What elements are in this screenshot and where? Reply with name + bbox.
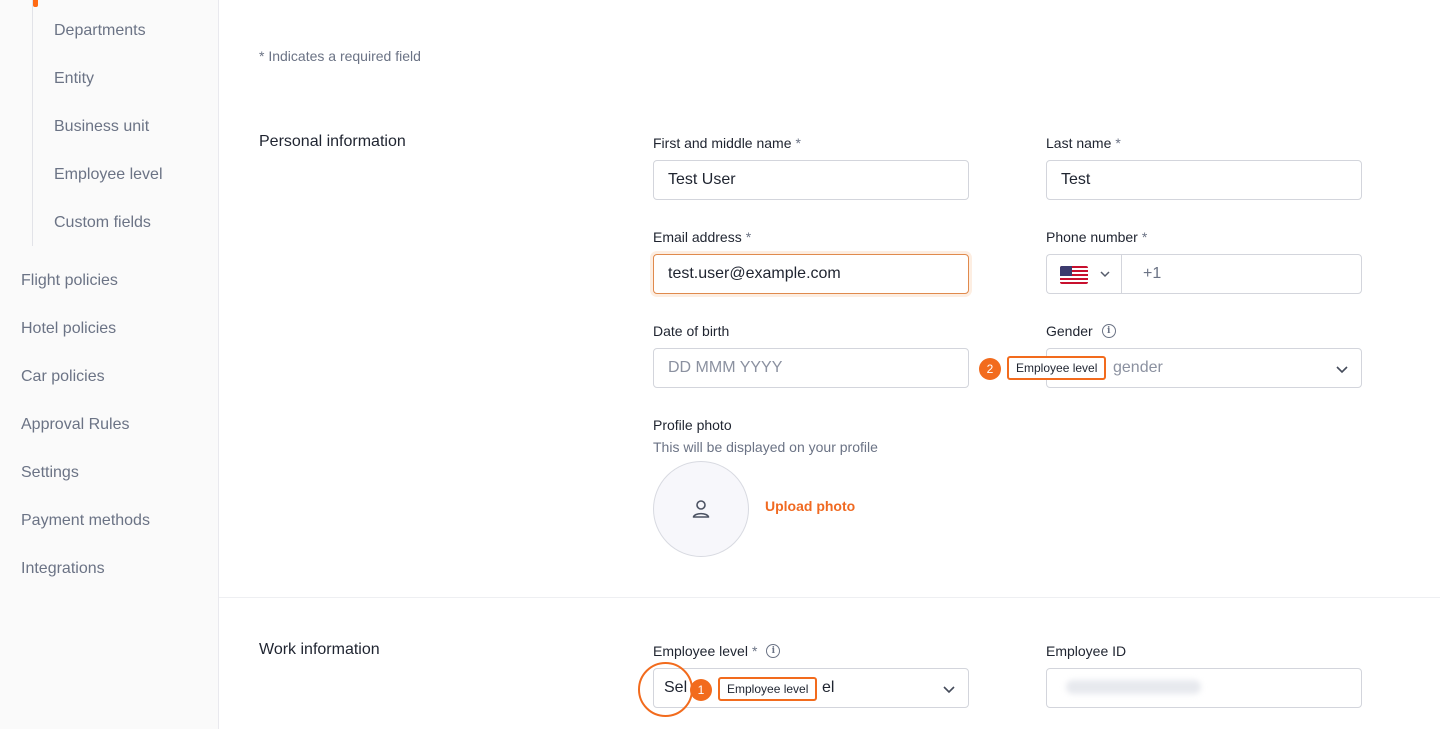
annotation-tag-2: Employee level <box>1007 356 1107 380</box>
first-name-value: Test User <box>668 171 736 188</box>
sidebar-subitem-departments[interactable]: Departments <box>54 22 146 40</box>
profile-photo-label-text: Profile photo <box>653 417 732 433</box>
required-asterisk: * <box>751 643 758 659</box>
sidebar-item-hotel-policies[interactable]: Hotel policies <box>21 320 116 338</box>
sidebar-item-settings[interactable]: Settings <box>21 464 79 482</box>
employee-id-label-text: Employee ID <box>1046 643 1127 659</box>
sidebar-subitem-entity[interactable]: Entity <box>54 70 94 88</box>
employee-id-label: Employee ID <box>1046 643 1126 659</box>
dob-placeholder: DD MMM YYYY <box>668 359 783 376</box>
gender-label: Gender i <box>1046 323 1116 339</box>
gender-placeholder: gender <box>1113 359 1163 376</box>
gender-label-text: Gender <box>1046 323 1093 339</box>
phone-input[interactable]: +1 <box>1121 254 1362 294</box>
profile-photo-label: Profile photo <box>653 417 732 433</box>
active-indicator <box>33 0 38 7</box>
required-asterisk: * <box>795 135 801 151</box>
click-target-ring <box>638 662 693 717</box>
redacted-value <box>1066 680 1201 694</box>
sidebar-subitem-employee-level[interactable]: Employee level <box>54 166 163 184</box>
annotation-tag-1: Employee level <box>718 677 818 701</box>
upload-photo-link[interactable]: Upload photo <box>765 498 855 514</box>
email-label-text: Email address <box>653 229 742 245</box>
email-label: Email address * <box>653 229 751 245</box>
profile-photo-description: This will be displayed on your profile <box>653 439 878 455</box>
sidebar-subitem-business-unit[interactable]: Business unit <box>54 118 149 136</box>
annotation-badge-2: 2 <box>979 358 1001 380</box>
last-name-input[interactable]: Test <box>1046 160 1362 200</box>
phone-code: +1 <box>1143 265 1162 282</box>
employee-level-label-text: Employee level <box>653 643 748 659</box>
phone-label-text: Phone number <box>1046 229 1138 245</box>
sidebar: Departments Entity Business unit Employe… <box>0 0 219 729</box>
personal-information-title: Personal information <box>259 133 406 150</box>
country-code-select[interactable] <box>1046 254 1121 294</box>
chevron-down-icon <box>943 686 955 694</box>
work-information-title: Work information <box>259 641 380 658</box>
last-name-label-text: Last name <box>1046 135 1112 151</box>
required-asterisk: * <box>1115 135 1121 151</box>
us-flag-icon <box>1060 266 1088 284</box>
sidebar-item-car-policies[interactable]: Car policies <box>21 368 105 386</box>
first-name-label-text: First and middle name <box>653 135 792 151</box>
info-icon[interactable]: i <box>1101 324 1116 338</box>
email-input[interactable]: test.user@example.com <box>653 254 969 294</box>
chevron-down-icon <box>1336 366 1348 374</box>
required-asterisk: * <box>1141 229 1148 245</box>
dob-input[interactable]: DD MMM YYYY <box>653 348 969 388</box>
user-icon <box>692 500 710 518</box>
info-icon[interactable]: i <box>766 644 781 658</box>
sidebar-item-flight-policies[interactable]: Flight policies <box>21 272 118 290</box>
employee-level-visible-text-right: el <box>822 679 835 696</box>
sidebar-item-integrations[interactable]: Integrations <box>21 560 105 578</box>
first-name-input[interactable]: Test User <box>653 160 969 200</box>
section-divider <box>219 597 1440 598</box>
sidebar-item-payment-methods[interactable]: Payment methods <box>21 512 150 530</box>
annotation-badge-1: 1 <box>690 679 712 701</box>
dob-label-text: Date of birth <box>653 323 730 339</box>
last-name-label: Last name * <box>1046 135 1121 151</box>
required-field-note: * Indicates a required field <box>259 48 421 64</box>
submenu-guide-line <box>32 0 33 246</box>
avatar[interactable] <box>653 461 749 557</box>
email-value: test.user@example.com <box>668 265 841 282</box>
employee-level-label: Employee level * i <box>653 643 781 659</box>
phone-label: Phone number * <box>1046 229 1147 245</box>
last-name-value: Test <box>1061 171 1091 188</box>
first-name-label: First and middle name * <box>653 135 801 151</box>
required-asterisk: * <box>745 229 752 245</box>
sidebar-subitem-custom-fields[interactable]: Custom fields <box>54 214 151 232</box>
sidebar-item-approval-rules[interactable]: Approval Rules <box>21 416 130 434</box>
dob-label: Date of birth <box>653 323 729 339</box>
chevron-down-icon <box>1100 271 1110 278</box>
